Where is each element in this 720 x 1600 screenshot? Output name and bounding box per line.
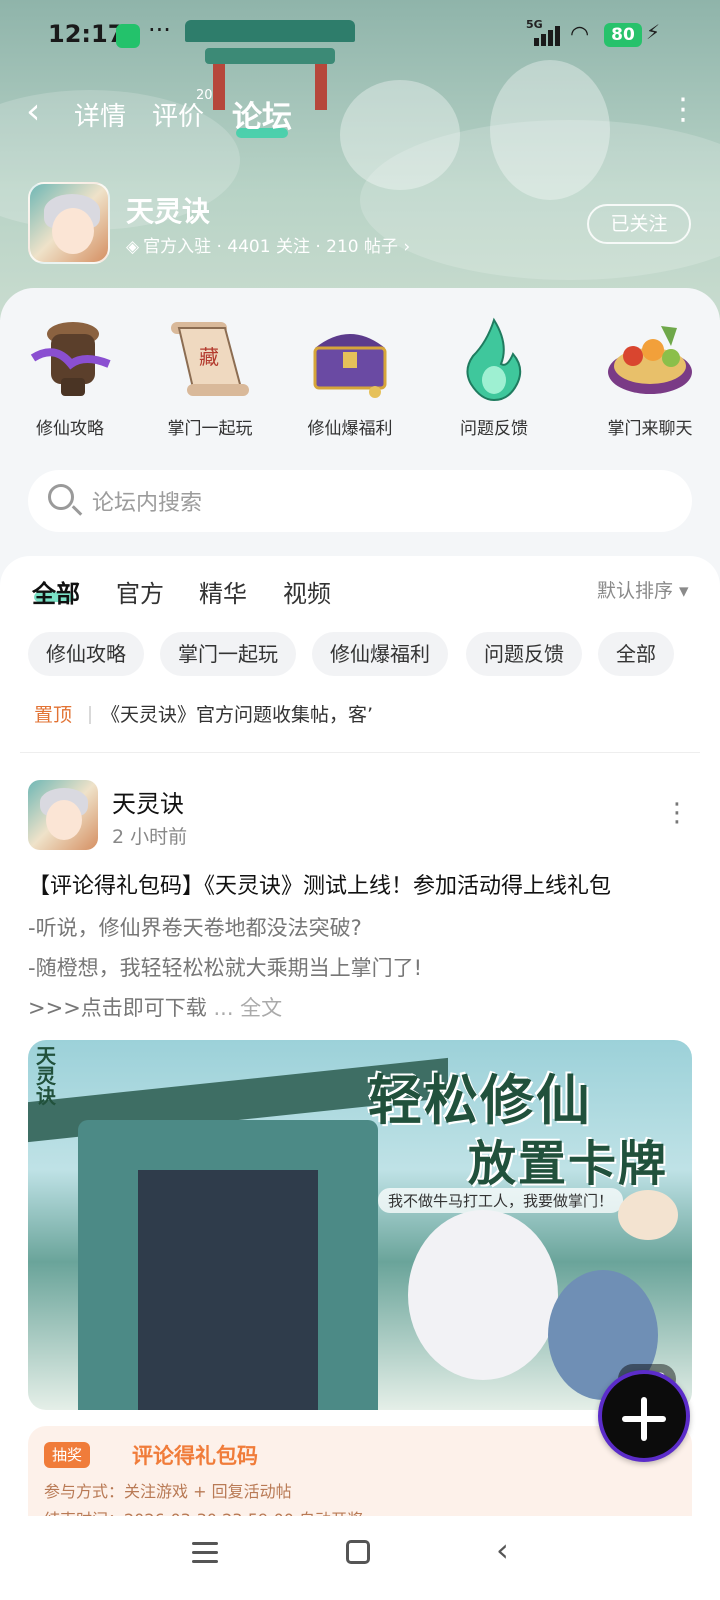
chip-all[interactable]: 全部: [598, 632, 674, 676]
chip-strategy[interactable]: 修仙攻略: [28, 632, 144, 676]
post-download-text: >>>点击即可下载: [28, 996, 207, 1020]
lottery-card[interactable]: 抽奖 评论得礼包码 参与方式：关注游戏 + 回复活动帖 结束时间：2026-03…: [28, 1426, 692, 1516]
reviews-count-badge: 20: [196, 88, 213, 103]
sort-dropdown[interactable]: 默认排序 ▾: [597, 576, 689, 603]
treasure-chest-icon: [305, 314, 395, 404]
character-pet: [618, 1190, 678, 1240]
category-label: 掌门来聊天: [607, 419, 693, 439]
status-time: 12:17: [48, 20, 125, 48]
search-placeholder: 论坛内搜索: [92, 491, 203, 516]
svg-text:藏: 藏: [199, 345, 219, 369]
feed-tab-featured[interactable]: 精华: [199, 574, 247, 609]
create-post-button[interactable]: [598, 1370, 690, 1462]
system-nav-bar: ‹: [0, 1516, 720, 1600]
chip-feedback[interactable]: 问题反馈: [466, 632, 582, 676]
scroll-bag-icon: [25, 314, 115, 404]
character-swordsman: [408, 1210, 558, 1380]
food-plate-icon: [605, 314, 695, 404]
author-avatar[interactable]: [28, 780, 98, 850]
system-back-icon[interactable]: ‹: [496, 1534, 509, 1566]
post-time: 2 小时前: [112, 826, 188, 848]
category-label: 掌门一起玩: [167, 419, 253, 439]
category-feedback[interactable]: 问题反馈: [424, 314, 564, 439]
home-icon[interactable]: [346, 1540, 370, 1564]
full-text-link[interactable]: ... 全文: [207, 996, 282, 1020]
lottery-method: 参与方式：关注游戏 + 回复活动帖: [44, 1482, 292, 1501]
recent-apps-icon[interactable]: [192, 1542, 218, 1564]
category-label: 修仙攻略: [36, 419, 104, 439]
banner-subtitle: 我不做牛马打工人，我要做掌门！: [378, 1188, 624, 1213]
wifi-icon: ◠: [570, 22, 590, 47]
banner-logo: 天灵诀: [36, 1044, 56, 1108]
official-diamond-icon: ◈: [126, 237, 140, 257]
back-icon[interactable]: ‹: [26, 92, 40, 132]
charging-icon: ⚡: [646, 20, 661, 44]
game-meta-text: 官方入驻 · 4401 关注 · 210 帖子 ›: [143, 237, 411, 257]
tab-forum[interactable]: 论坛: [232, 92, 292, 136]
pinned-tag: 置顶: [34, 704, 73, 726]
category-strategy[interactable]: 修仙攻略: [0, 314, 140, 439]
feed-tab-official[interactable]: 官方: [116, 574, 164, 609]
game-meta[interactable]: ◈ 官方入驻 · 4401 关注 · 210 帖子 ›: [126, 232, 410, 257]
tab-details[interactable]: 详情: [74, 96, 126, 133]
search-icon: [48, 484, 74, 510]
chip-play-together[interactable]: 掌门一起玩: [160, 632, 296, 676]
pinned-post-link[interactable]: 《天灵诀》官方问题收集帖，客’: [101, 700, 401, 727]
category-label: 问题反馈: [460, 419, 528, 439]
paper-scroll-icon: 藏: [165, 314, 255, 404]
game-name: 天灵诀: [126, 195, 211, 228]
lottery-end-time: 结束时间：2026-03-30 23:59:00 自动开奖: [44, 1506, 363, 1516]
post-excerpt-line: -听说，修仙界卷天卷地都没法突破?: [28, 916, 362, 940]
chip-welfare[interactable]: 修仙爆福利: [312, 632, 448, 676]
pinned-divider: [89, 706, 91, 724]
post-more-icon[interactable]: ⋮: [664, 800, 690, 826]
section-divider: [20, 752, 700, 753]
category-chat[interactable]: 掌门来聊天: [580, 314, 720, 439]
category-row: 修仙攻略 藏 掌门一起玩 修仙爆福利 问题反馈 掌门来聊天: [0, 314, 720, 444]
feed-tab-all[interactable]: 全部: [32, 574, 80, 609]
forum-search-bar[interactable]: 论坛内搜索: [28, 470, 692, 532]
top-nav: ‹ 详情 评价 20 论坛 ⋮: [0, 88, 720, 138]
lottery-badge: 抽奖: [44, 1442, 91, 1468]
banner-title-2: 放置卡牌: [468, 1136, 669, 1192]
signal-icon: [526, 22, 562, 46]
more-options-icon[interactable]: ⋮: [668, 90, 698, 130]
post-excerpt-last: >>>点击即可下载 ... 全文: [28, 992, 282, 1022]
lottery-title: 评论得礼包码: [132, 1444, 258, 1468]
status-more-icon: ···: [148, 16, 171, 44]
green-flame-icon: [449, 314, 539, 404]
game-icon[interactable]: [28, 182, 110, 264]
post-title[interactable]: 【评论得礼包码】《天灵诀》测试上线！参加活动得上线礼包: [28, 868, 611, 900]
category-play-together[interactable]: 藏 掌门一起玩: [140, 314, 280, 439]
status-bar: 12:17 ··· 5G ◠ 80 ⚡: [0, 0, 720, 68]
category-label: 修仙爆福利: [307, 419, 393, 439]
banner-battle-scene: [138, 1170, 318, 1410]
post-excerpt-line: -随橙想，我轻轻松松就大乘期当上掌门了!: [28, 956, 422, 980]
security-shield-icon: [116, 24, 140, 48]
category-welfare[interactable]: 修仙爆福利: [280, 314, 420, 439]
post-image[interactable]: 天灵诀 轻松修仙 放置卡牌 我不做牛马打工人，我要做掌门！ 2: [28, 1040, 692, 1410]
battery-level: 80: [604, 23, 642, 47]
feed-tab-video[interactable]: 视频: [283, 574, 331, 609]
follow-button[interactable]: 已关注: [587, 204, 691, 244]
post-author[interactable]: 天灵诀: [112, 784, 184, 819]
